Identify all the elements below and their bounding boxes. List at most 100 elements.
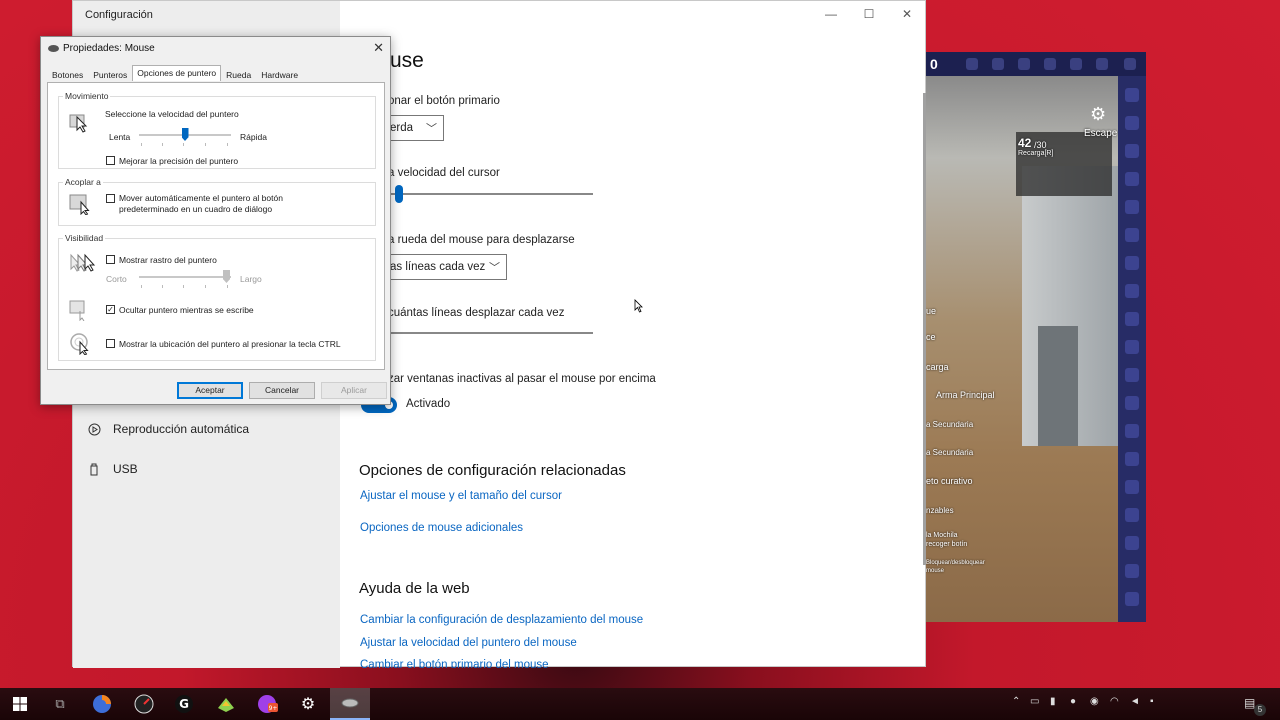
game-side-button[interactable] bbox=[1125, 228, 1139, 242]
pointer-trails-checkbox[interactable] bbox=[106, 255, 115, 264]
sidebar-item-label: Reproducción automática bbox=[113, 422, 250, 436]
taskbar: ⧉ G 9+ ⚙ ⌃ ▭ ▮ ● ◉ ◠ ◄ ▪ ▤ 5 bbox=[0, 688, 1280, 720]
primary-button-value: erda bbox=[390, 122, 414, 134]
game-toolbar-button[interactable] bbox=[992, 58, 1004, 70]
game-toolbar-button[interactable] bbox=[1124, 58, 1136, 70]
autoplay-icon bbox=[87, 422, 101, 436]
game-side-button[interactable] bbox=[1125, 368, 1139, 382]
game-side-button[interactable] bbox=[1125, 508, 1139, 522]
game-side-button[interactable] bbox=[1125, 564, 1139, 578]
settings-gear-icon[interactable]: ⚙ bbox=[288, 688, 328, 720]
game-side-button[interactable] bbox=[1125, 536, 1139, 550]
game-side-button[interactable] bbox=[1125, 200, 1139, 214]
game-side-button[interactable] bbox=[1125, 340, 1139, 354]
sidebar-item-autoplay[interactable]: Reproducción automática bbox=[87, 422, 249, 436]
game-gear-icon[interactable]: ⚙ bbox=[1090, 104, 1106, 125]
task-view-icon[interactable]: ⧉ bbox=[40, 688, 80, 720]
hud-label: la Mochila bbox=[926, 532, 958, 539]
link-scroll-settings[interactable]: Cambiar la configuración de desplazamien… bbox=[360, 614, 643, 626]
game-side-button[interactable] bbox=[1125, 592, 1139, 606]
game-side-button[interactable] bbox=[1125, 116, 1139, 130]
tray-app-icon[interactable]: ▮ bbox=[1050, 696, 1056, 707]
primary-button-label: onar el botón primario bbox=[388, 95, 500, 107]
tab-pointer-options[interactable]: Opciones de puntero bbox=[132, 65, 222, 81]
game-side-button[interactable] bbox=[1125, 480, 1139, 494]
game-side-button[interactable] bbox=[1125, 256, 1139, 270]
svg-text:9+: 9+ bbox=[269, 705, 278, 712]
slider-tick bbox=[183, 285, 184, 288]
volume-icon[interactable]: ◄ bbox=[1130, 696, 1140, 707]
link-pointer-speed[interactable]: Ajustar la velocidad del puntero del mou… bbox=[360, 637, 577, 649]
game-side-button[interactable] bbox=[1125, 284, 1139, 298]
game-side-button[interactable] bbox=[1125, 312, 1139, 326]
precision-checkbox[interactable] bbox=[106, 156, 115, 165]
game-door bbox=[1038, 326, 1078, 446]
settings-scrollbar[interactable] bbox=[923, 93, 926, 565]
game-viewport[interactable]: ⚙ Escape 42 /30 Recarga[R] ue ce carga A… bbox=[926, 76, 1118, 622]
speedometer-icon[interactable] bbox=[124, 688, 164, 720]
hud-label: ce bbox=[926, 332, 936, 342]
game-toolbar-button[interactable] bbox=[1096, 58, 1108, 70]
close-icon[interactable]: ✕ bbox=[373, 40, 384, 56]
tray-app-icon[interactable]: ◉ bbox=[1090, 696, 1099, 707]
game-toolbar-button[interactable] bbox=[1070, 58, 1082, 70]
cursor-speed-track[interactable] bbox=[383, 193, 593, 195]
game-side-button[interactable] bbox=[1125, 424, 1139, 438]
slider-tick bbox=[205, 143, 206, 146]
snap-group: Acoplar a Mover automáticamente el punte… bbox=[58, 177, 376, 226]
lines-label: cuántas líneas desplazar cada vez bbox=[388, 307, 565, 319]
trails-long-label: Largo bbox=[240, 274, 262, 284]
network-icon[interactable]: ▭ bbox=[1030, 696, 1039, 707]
slider-tick bbox=[141, 143, 142, 146]
game-toolbar-button[interactable] bbox=[1044, 58, 1056, 70]
lines-track[interactable] bbox=[383, 332, 593, 334]
messenger-icon[interactable]: 9+ bbox=[248, 688, 288, 720]
cancel-button[interactable]: Cancelar bbox=[249, 382, 315, 399]
snap-to-checkbox[interactable] bbox=[106, 194, 115, 203]
game-side-button[interactable] bbox=[1125, 172, 1139, 186]
game-side-button[interactable] bbox=[1125, 88, 1139, 102]
sidebar-item-usb[interactable]: USB bbox=[87, 462, 138, 476]
dialog-title: Propiedades: Mouse bbox=[63, 43, 155, 54]
scroll-dropdown[interactable]: as líneas cada vez ﹀ bbox=[383, 254, 507, 280]
motion-group-label: Movimiento bbox=[63, 91, 111, 101]
game-toolbar-button[interactable] bbox=[1018, 58, 1030, 70]
wifi-icon[interactable]: ◠ bbox=[1110, 696, 1119, 707]
game-toolbar-button[interactable] bbox=[966, 58, 978, 70]
link-additional-mouse-options[interactable]: Opciones de mouse adicionales bbox=[360, 522, 523, 534]
motion-group: Movimiento Seleccione la velocidad del p… bbox=[58, 91, 376, 169]
game-titlebar: 0 bbox=[926, 52, 1146, 76]
logitech-g-icon[interactable]: G bbox=[164, 688, 204, 720]
show-location-checkbox[interactable] bbox=[106, 339, 115, 348]
chevron-up-icon[interactable]: ⌃ bbox=[1012, 696, 1020, 707]
hud-label: a Secundaria bbox=[926, 420, 974, 429]
link-cursor-size[interactable]: Ajustar el mouse y el tamaño del cursor bbox=[360, 490, 562, 502]
language-icon[interactable]: ▪ bbox=[1150, 696, 1154, 707]
minimize-icon[interactable]: — bbox=[821, 7, 841, 21]
tab-hardware[interactable]: Hardware bbox=[256, 67, 303, 81]
mouse-properties-dialog: Propiedades: Mouse ✕ Botones Punteros Op… bbox=[40, 36, 391, 405]
pointer-speed-slider-thumb[interactable] bbox=[181, 128, 189, 141]
cursor-speed-thumb[interactable] bbox=[395, 185, 403, 203]
microphone-icon[interactable]: ● bbox=[1070, 696, 1076, 707]
link-primary-button[interactable]: Cambiar el botón primario del mouse bbox=[360, 659, 549, 668]
tab-pointers[interactable]: Punteros bbox=[88, 67, 132, 81]
pointer-trails-icon bbox=[70, 253, 96, 272]
windows-start-icon[interactable] bbox=[0, 688, 40, 720]
primary-button-dropdown[interactable]: erda ﹀ bbox=[383, 115, 444, 141]
close-icon[interactable]: ✕ bbox=[897, 7, 917, 21]
hide-pointer-checkbox[interactable]: ✓ bbox=[106, 305, 115, 314]
game-side-button[interactable] bbox=[1125, 144, 1139, 158]
game-side-button[interactable] bbox=[1125, 452, 1139, 466]
mouse-cursor-icon bbox=[634, 299, 643, 313]
tab-wheel[interactable]: Rueda bbox=[221, 67, 256, 81]
tab-buttons[interactable]: Botones bbox=[47, 67, 88, 81]
mouse-icon[interactable] bbox=[330, 688, 370, 720]
slider-tick bbox=[227, 143, 228, 146]
firefox-icon[interactable] bbox=[82, 688, 122, 720]
bluestacks-icon[interactable] bbox=[206, 688, 246, 720]
game-side-button[interactable] bbox=[1125, 396, 1139, 410]
ok-button[interactable]: Aceptar bbox=[177, 382, 243, 399]
maximize-icon[interactable]: ☐ bbox=[859, 7, 879, 21]
game-window[interactable]: 0 ⚙ Escape 42 /30 Recarga[R] ue ce carga… bbox=[926, 52, 1146, 622]
